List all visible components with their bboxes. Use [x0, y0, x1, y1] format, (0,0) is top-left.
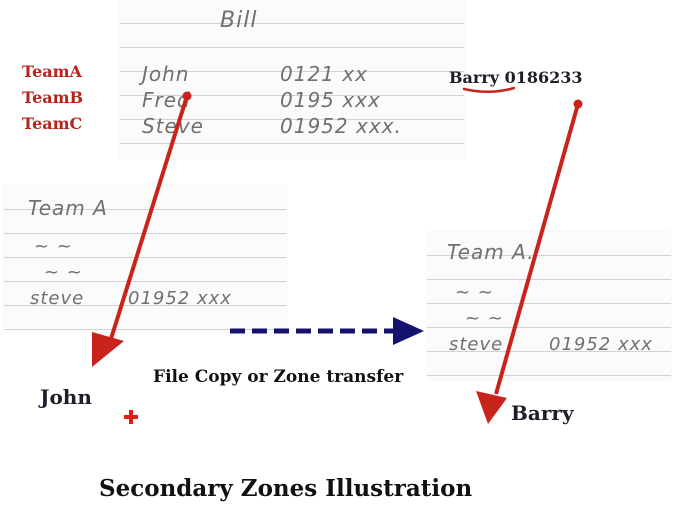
john-arrow-head	[92, 332, 124, 367]
arrows-overlay	[92, 86, 583, 424]
transfer-arrow-head	[393, 317, 424, 345]
transfer-arrow	[230, 317, 424, 345]
john-label: John	[40, 385, 92, 409]
john-arrow	[92, 91, 192, 367]
john-arrow-shaft	[108, 95, 189, 343]
barry-arrow-head	[476, 391, 507, 424]
diagram-title: Secondary Zones Illustration	[99, 475, 473, 502]
barry-arrow-shaft	[494, 103, 580, 395]
transfer-label: File Copy or Zone transfer	[153, 367, 404, 387]
barry-underline	[462, 86, 516, 93]
plus-icon	[124, 410, 138, 424]
barry-label: Barry	[511, 401, 574, 425]
barry-arrow	[476, 99, 583, 424]
